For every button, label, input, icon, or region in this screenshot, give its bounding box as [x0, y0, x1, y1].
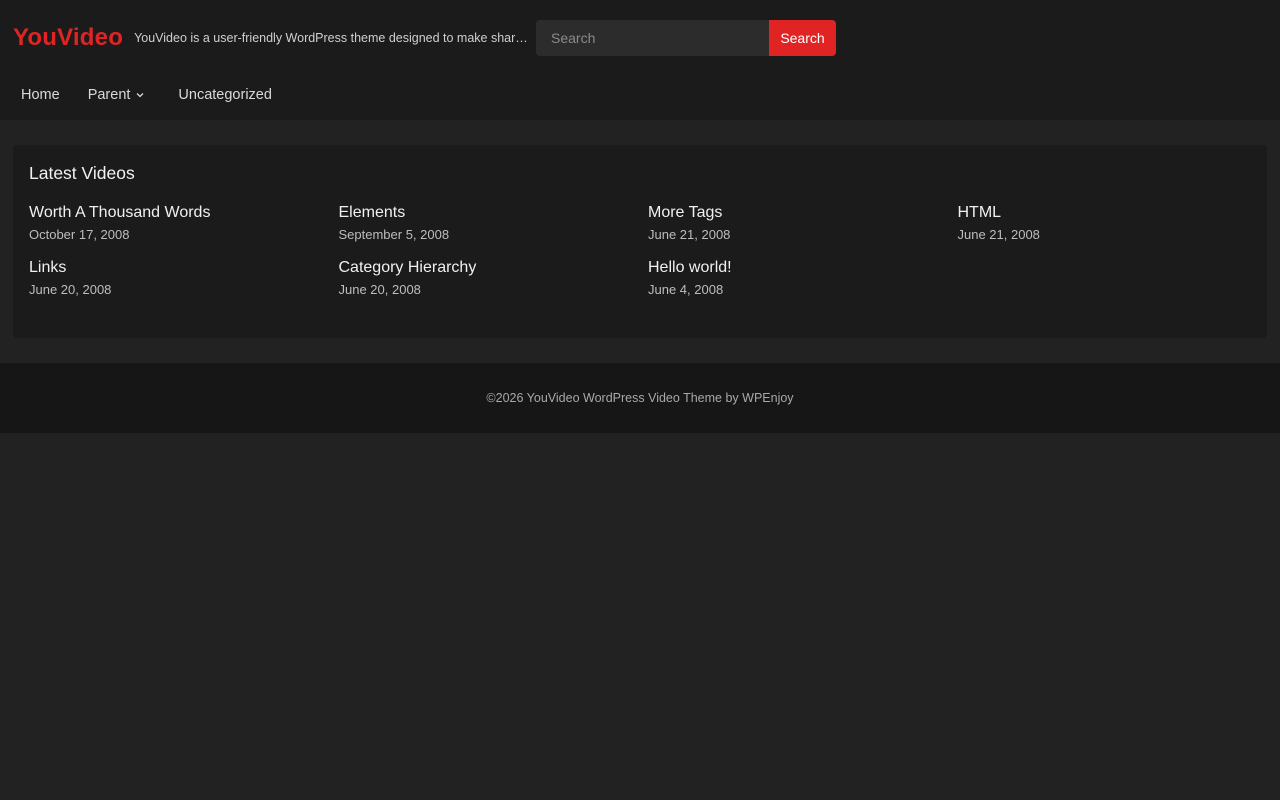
latest-videos-panel: Latest Videos Worth A Thousand Words Oct… — [13, 145, 1267, 338]
search-input[interactable] — [536, 20, 769, 56]
search-form: Search — [536, 20, 836, 56]
chevron-down-icon — [136, 93, 144, 98]
footer-by: by — [725, 391, 739, 405]
video-date: October 17, 2008 — [29, 227, 130, 242]
video-item: Hello world! June 4, 2008 — [648, 259, 958, 298]
main-navigation: Home Parent Uncategorized — [0, 76, 293, 114]
video-date: June 20, 2008 — [338, 282, 421, 297]
video-item: More Tags June 21, 2008 — [648, 204, 958, 243]
video-date: June 21, 2008 — [648, 227, 731, 242]
video-item: Worth A Thousand Words October 17, 2008 — [29, 204, 339, 243]
site-branding: YouVideo YouVideo is a user-friendly Wor… — [13, 20, 529, 56]
video-title-link[interactable]: Hello world! — [648, 259, 958, 277]
video-date: September 5, 2008 — [338, 227, 450, 242]
footer-copyright: ©2026 YouVideo — [486, 391, 580, 405]
video-item: Elements September 5, 2008 — [339, 204, 649, 243]
video-item: Links June 20, 2008 — [29, 259, 339, 298]
footer-author-link[interactable]: WPEnjoy — [742, 391, 793, 405]
video-title-link[interactable]: More Tags — [648, 204, 958, 222]
search-button[interactable]: Search — [769, 20, 836, 56]
video-title-link[interactable]: HTML — [958, 204, 1268, 222]
video-date: June 4, 2008 — [648, 282, 724, 297]
nav-item-label: Uncategorized — [178, 87, 272, 103]
site-description: YouVideo is a user-friendly WordPress th… — [134, 31, 530, 45]
video-item: HTML June 21, 2008 — [958, 204, 1268, 243]
video-title-link[interactable]: Worth A Thousand Words — [29, 204, 339, 222]
nav-item-parent[interactable]: Parent — [88, 76, 179, 114]
main-content: Latest Videos Worth A Thousand Words Oct… — [0, 120, 1280, 363]
video-date: June 20, 2008 — [29, 282, 112, 297]
video-grid: Worth A Thousand Words October 17, 2008 … — [29, 204, 1251, 298]
site-title-link[interactable]: YouVideo — [13, 24, 123, 52]
nav-item-home[interactable]: Home — [0, 76, 88, 114]
nav-item-uncategorized[interactable]: Uncategorized — [178, 76, 293, 114]
video-title-link[interactable]: Category Hierarchy — [339, 259, 649, 277]
nav-item-label: Parent — [87, 87, 131, 103]
section-title: Latest Videos — [29, 163, 135, 183]
video-date: June 21, 2008 — [957, 227, 1040, 242]
footer-theme-link[interactable]: WordPress Video Theme — [583, 391, 722, 405]
nav-item-label: Home — [21, 87, 60, 103]
video-title-link[interactable]: Links — [29, 259, 339, 277]
site-footer: ©2026 YouVideo WordPress Video Theme by … — [0, 363, 1280, 433]
video-title-link[interactable]: Elements — [339, 204, 649, 222]
video-item: Category Hierarchy June 20, 2008 — [339, 259, 649, 298]
site-header: YouVideo YouVideo is a user-friendly Wor… — [0, 0, 1280, 120]
